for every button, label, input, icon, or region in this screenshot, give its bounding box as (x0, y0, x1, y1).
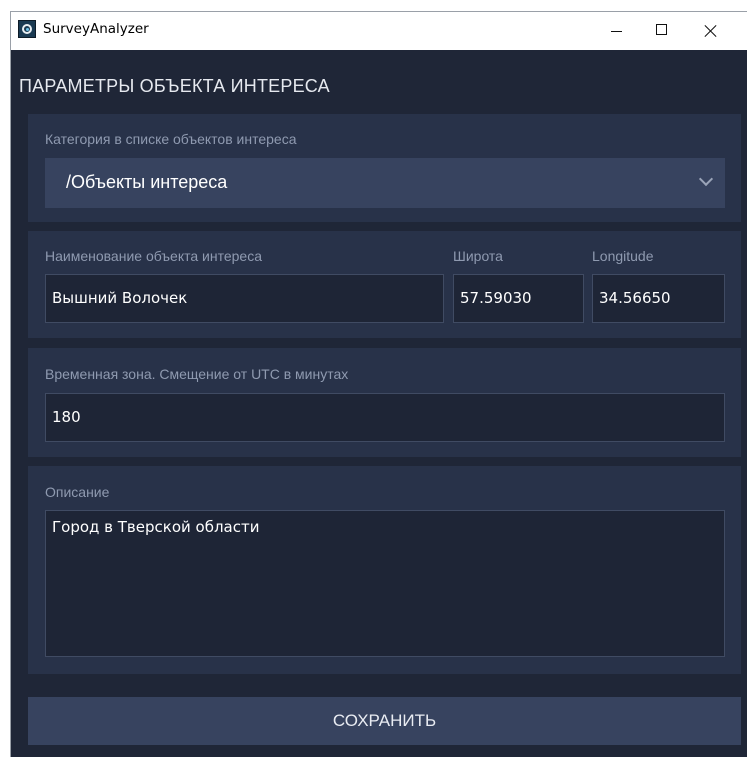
app-window: SurveyAnalyzer ПАРАМЕТРЫ ОБЪЕКТА ИНТЕРЕС… (11, 12, 747, 757)
longitude-label: Longitude (592, 248, 654, 264)
maximize-icon[interactable] (639, 12, 685, 50)
chevron-down-icon (698, 171, 714, 187)
category-panel: Категория в списке объектов интереса /Об… (28, 114, 741, 222)
save-button[interactable]: СОХРАНИТЬ (28, 697, 741, 745)
close-icon[interactable] (687, 12, 733, 50)
name-label: Наименование объекта интереса (45, 248, 262, 264)
category-value: /Объекты интереса (66, 172, 228, 192)
name-field[interactable]: Вышний Волочек (45, 274, 444, 323)
latitude-label: Широта (453, 248, 503, 264)
latitude-field[interactable]: 57.59030 (453, 274, 584, 323)
window-title: SurveyAnalyzer (43, 21, 149, 37)
minimize-icon[interactable] (593, 12, 639, 50)
longitude-field[interactable]: 34.56650 (592, 274, 725, 323)
description-textarea[interactable]: Город в Тверской области (45, 510, 725, 657)
timezone-field[interactable]: 180 (45, 393, 725, 442)
page-title: ПАРАМЕТРЫ ОБЪЕКТА ИНТЕРЕСА (19, 76, 330, 96)
description-label: Описание (45, 484, 110, 500)
timezone-panel: Временная зона. Смещение от UTC в минута… (28, 348, 741, 457)
app-icon (18, 20, 36, 38)
category-dropdown[interactable]: /Объекты интереса (45, 158, 725, 208)
name-coordinates-panel: Наименование объекта интереса Широта Lon… (28, 231, 741, 338)
title-bar[interactable]: SurveyAnalyzer (11, 12, 747, 50)
description-panel: Описание Город в Тверской области (28, 466, 741, 674)
category-label: Категория в списке объектов интереса (45, 131, 297, 147)
timezone-label: Временная зона. Смещение от UTC в минута… (45, 366, 349, 382)
